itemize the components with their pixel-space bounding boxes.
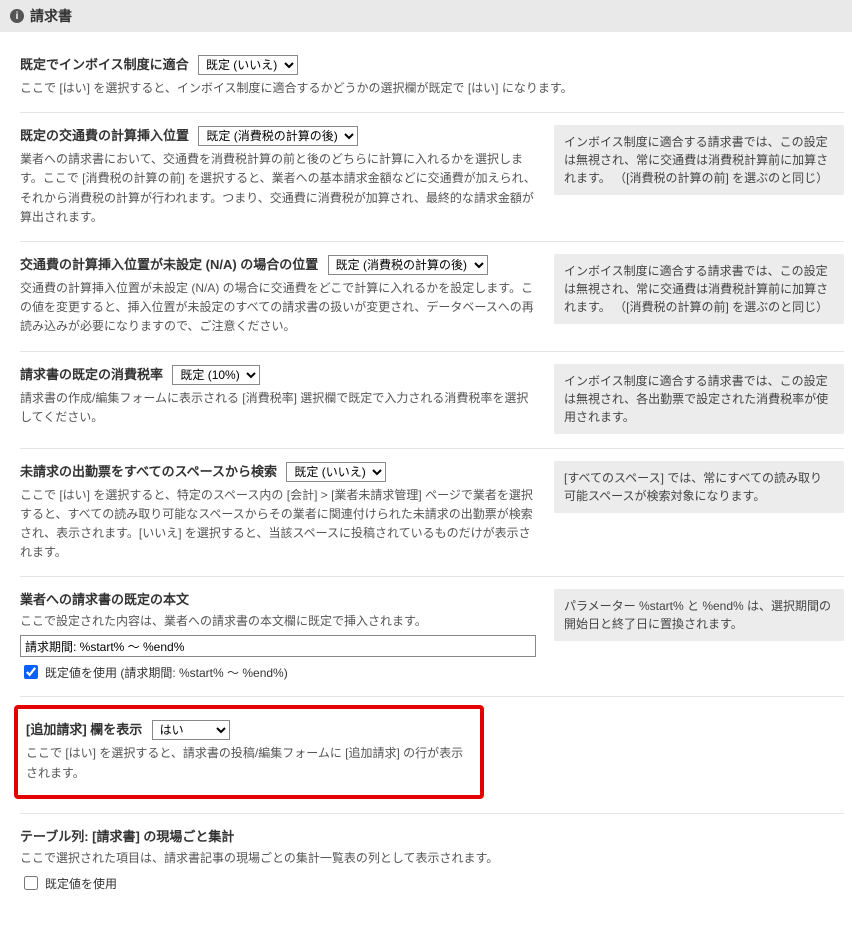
setting-transport-pos: 既定の交通費の計算挿入位置 既定 (消費税の計算の後) 業者への請求書において、… (20, 113, 844, 242)
default-body-input[interactable] (20, 635, 536, 657)
setting-note: インボイス制度に適合する請求書では、この設定は無視され、常に交通費は消費税計算前… (554, 125, 844, 195)
checkbox-label: 既定値を使用 (45, 875, 117, 892)
setting-desc: ここで [はい] を選択すると、特定のスペース内の [会計] > [業者未請求管… (20, 486, 536, 563)
use-default-checkbox-row[interactable]: 既定値を使用 (請求期間: %start% ～ %end%) (20, 662, 536, 682)
setting-transport-pos-na: 交通費の計算挿入位置が未設定 (N/A) の場合の位置 既定 (消費税の計算の後… (20, 242, 844, 352)
setting-extra-charge-highlight: [追加請求] 欄を表示 はい ここで [はい] を選択すると、請求書の投稿/編集… (14, 705, 484, 798)
setting-default-tax: 請求書の既定の消費税率 既定 (10%) 請求書の作成/編集フォームに表示される… (20, 352, 844, 449)
settings-content: 既定でインボイス制度に適合 既定 (いいえ) ここで [はい] を選択すると、イ… (0, 32, 852, 927)
extra-charge-select[interactable]: はい (152, 720, 230, 740)
setting-search-all-spaces: 未請求の出勤票をすべてのスペースから検索 既定 (いいえ) ここで [はい] を… (20, 449, 844, 578)
setting-label: 業者への請求書の既定の本文 (20, 592, 189, 607)
checkbox-label: 既定値を使用 (請求期間: %start% ～ %end%) (45, 664, 288, 681)
setting-label: 請求書の既定の消費税率 (20, 367, 163, 382)
setting-label: 既定でインボイス制度に適合 (20, 57, 189, 72)
invoice-compliant-select[interactable]: 既定 (いいえ) (198, 55, 298, 75)
setting-desc: ここで [はい] を選択すると、インボイス制度に適合するかどうかの選択欄が既定で… (20, 79, 844, 98)
setting-note: インボイス制度に適合する請求書では、この設定は無視され、常に交通費は消費税計算前… (554, 254, 844, 324)
setting-desc: ここで選択された項目は、請求書記事の現場ごとの集計一覧表の列として表示されます。 (20, 849, 844, 868)
info-icon: i (10, 9, 24, 23)
setting-label: 未請求の出勤票をすべてのスペースから検索 (20, 464, 277, 479)
setting-table-columns: テーブル列: [請求書] の現場ごと集計 ここで選択された項目は、請求書記事の現… (20, 813, 844, 907)
setting-desc: 交通費の計算挿入位置が未設定 (N/A) の場合に交通費をどこで計算に入れるかを… (20, 279, 536, 337)
setting-label: 交通費の計算挿入位置が未設定 (N/A) の場合の位置 (20, 257, 318, 272)
setting-label: テーブル列: [請求書] の現場ごと集計 (20, 829, 234, 844)
setting-label: 既定の交通費の計算挿入位置 (20, 128, 189, 143)
setting-desc: 業者への請求書において、交通費を消費税計算の前と後のどちらに計算に入れるかを選択… (20, 150, 536, 227)
default-tax-select[interactable]: 既定 (10%) (172, 365, 260, 385)
use-default-checkbox[interactable] (24, 876, 38, 890)
use-default-checkbox[interactable] (24, 665, 38, 679)
setting-note: パラメーター %start% と %end% は、選択期間の開始日と終了日に置換… (554, 589, 844, 641)
setting-desc: ここで [はい] を選択すると、請求書の投稿/編集フォームに [追加請求] の行… (26, 744, 472, 782)
transport-pos-na-select[interactable]: 既定 (消費税の計算の後) (328, 255, 488, 275)
page-title: 請求書 (30, 6, 72, 26)
setting-label: [追加請求] 欄を表示 (26, 722, 142, 737)
transport-pos-select[interactable]: 既定 (消費税の計算の後) (198, 126, 358, 146)
setting-note: [すべてのスペース] では、常にすべての読み取り可能スペースが検索対象になります… (554, 461, 844, 513)
setting-desc: 請求書の作成/編集フォームに表示される [消費税率] 選択欄で既定で入力される消… (20, 389, 536, 427)
use-default-checkbox-row[interactable]: 既定値を使用 (20, 873, 844, 893)
page-header: i 請求書 (0, 0, 852, 32)
setting-desc: ここで設定された内容は、業者への請求書の本文欄に既定で挿入されます。 (20, 612, 536, 631)
setting-default-body: 業者への請求書の既定の本文 ここで設定された内容は、業者への請求書の本文欄に既定… (20, 577, 844, 697)
search-all-spaces-select[interactable]: 既定 (いいえ) (286, 462, 386, 482)
setting-invoice-compliant: 既定でインボイス制度に適合 既定 (いいえ) ここで [はい] を選択すると、イ… (20, 42, 844, 113)
setting-note: インボイス制度に適合する請求書では、この設定は無視され、各出勤票で設定された消費… (554, 364, 844, 434)
